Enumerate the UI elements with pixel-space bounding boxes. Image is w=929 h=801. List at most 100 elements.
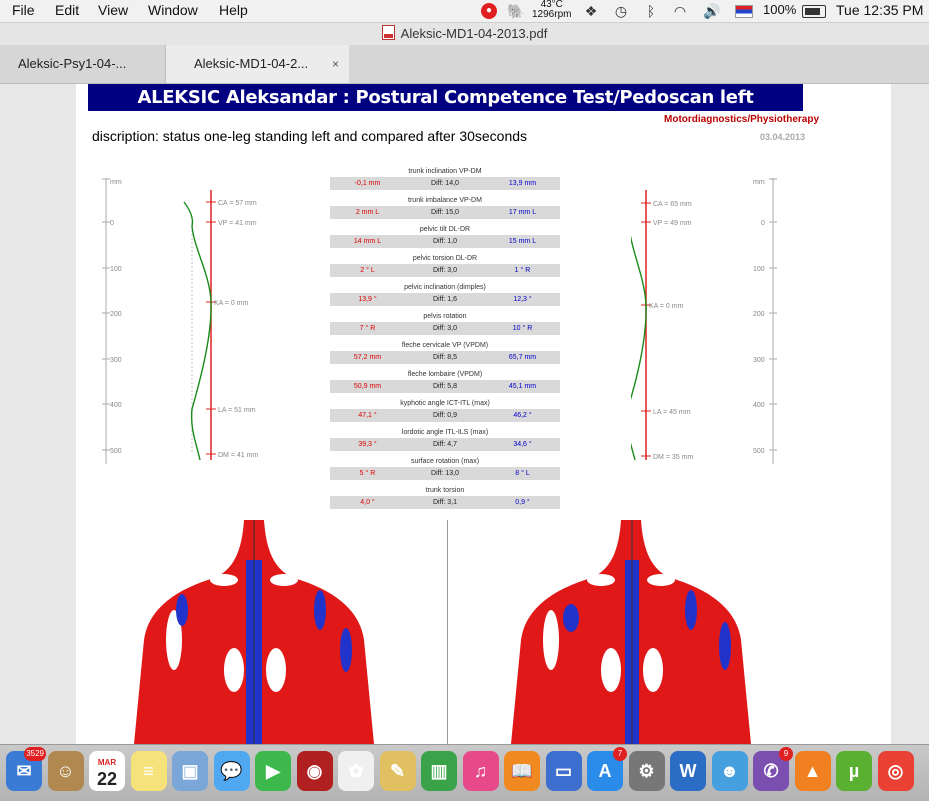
evernote-icon[interactable]: 🐘 xyxy=(507,3,524,19)
numbers-glyph: ▥ xyxy=(421,751,457,791)
dock-ibooks-icon[interactable]: 📖 xyxy=(504,751,540,791)
metric-row: 39,3 ° Diff: 4,7 34,6 ° xyxy=(330,438,560,451)
textedit-glyph: ✎ xyxy=(379,751,416,791)
metric-diff-value: Diff: 15,0 xyxy=(431,209,459,216)
dock-messenger-icon[interactable]: ☻ xyxy=(711,751,748,791)
tab-psy1[interactable]: Aleksic-Psy1-04-... xyxy=(0,45,166,83)
left-tick-200: 200 xyxy=(110,311,122,318)
tab-md1[interactable]: Aleksic-MD1-04-2... × xyxy=(166,45,349,83)
dock-photos-icon[interactable]: ✿ xyxy=(338,751,374,791)
temperature-readout[interactable]: 43°C 1296rpm xyxy=(532,0,571,20)
menu-file[interactable]: File xyxy=(12,2,35,18)
dock-system-preferences-icon[interactable]: ⚙ xyxy=(628,751,665,791)
metric-diff-value: Diff: 8,5 xyxy=(433,354,457,361)
right-label-la: LA = 45 mm xyxy=(653,409,691,416)
metric-diff-value: Diff: 0,9 xyxy=(433,412,457,419)
metric-title: kyphotic angle ICT-ITL (max) xyxy=(400,400,490,407)
left-tick-300: 300 xyxy=(110,357,122,364)
dock-itunes-icon[interactable]: ♫ xyxy=(462,751,499,791)
metric-right-value: 10 ° R xyxy=(512,325,533,332)
dock-notes-icon[interactable]: ≡ xyxy=(130,751,167,791)
ibooks-glyph: 📖 xyxy=(504,751,540,791)
dock-messages-icon[interactable]: 💬 xyxy=(213,751,250,791)
metric-right-value: 8 ° L xyxy=(515,470,530,477)
right-label-vp: VP = 49 mm xyxy=(653,220,692,227)
metric-row: 2 ° L Diff: 3,0 1 ° R xyxy=(330,264,560,277)
itunes-glyph: ♫ xyxy=(462,751,499,791)
dock-mail-icon[interactable]: ✉ 3529 xyxy=(6,747,46,791)
metric-row: 5 ° R Diff: 13,0 8 ° L xyxy=(330,467,560,480)
dock-textedit-icon[interactable]: ✎ xyxy=(379,751,416,791)
wifi-icon[interactable]: ◠ xyxy=(672,3,688,19)
chrome-glyph: ◎ xyxy=(877,751,914,791)
metric-diff-value: Diff: 3,0 xyxy=(433,267,457,274)
menu-edit[interactable]: Edit xyxy=(55,2,79,18)
right-label-ka: KA = 0 mm xyxy=(649,303,684,310)
metric-title: pelvic inclination (dimples) xyxy=(404,284,486,291)
window-title: Aleksic-MD1-04-2013.pdf xyxy=(400,26,548,41)
bluetooth-icon[interactable]: ᛒ xyxy=(643,3,659,19)
menu-view[interactable]: View xyxy=(98,2,128,18)
fan-rpm-value: 1296rpm xyxy=(532,9,572,20)
right-spine-curve xyxy=(631,235,647,461)
dock-word-icon[interactable]: W xyxy=(670,751,706,791)
metric-right-value: 17 mm L xyxy=(508,209,537,216)
left-spine-profile: mm 0 100 200 300 400 500 CA = 57 mm VP =… xyxy=(102,178,258,464)
metric-diff-value: Diff: 1,6 xyxy=(433,296,457,303)
metric-left-value: 4,0 ° xyxy=(360,499,375,506)
dock-photo-booth-icon[interactable]: ◉ xyxy=(296,751,333,791)
metric-row: 13,9 ° Diff: 1,6 12,3 ° xyxy=(330,293,560,306)
dock-calendar-icon[interactable]: MAR 22 xyxy=(89,751,125,791)
dock-contacts-icon[interactable]: ☺ xyxy=(47,751,84,791)
menu-help[interactable]: Help xyxy=(219,2,248,18)
dock-app-store-icon[interactable]: A7 xyxy=(587,747,627,791)
messenger-glyph: ☻ xyxy=(711,751,748,791)
dock-facetime-icon[interactable]: ▶ xyxy=(255,751,291,791)
metric-row: 47,1 ° Diff: 0,9 46,2 ° xyxy=(330,409,560,422)
metric-right-value: 46,2 ° xyxy=(513,412,532,419)
dropbox-icon[interactable]: ❖ xyxy=(583,3,599,19)
utorrent-glyph: µ xyxy=(836,751,872,791)
metric-row: 2 mm L Diff: 15,0 17 mm L xyxy=(330,206,560,219)
battery-percent[interactable]: 100% xyxy=(763,2,796,17)
mail-badge: 3529 xyxy=(24,747,46,761)
metric-left-value: -0,1 mm xyxy=(354,180,381,187)
app-store-badge: 7 xyxy=(613,747,627,761)
calendar-glyph: MAR 22 xyxy=(89,751,125,791)
dock-viber-icon[interactable]: ✆ 9 xyxy=(753,747,793,791)
volume-icon[interactable]: 🔊 xyxy=(703,3,720,19)
dock-preview-icon[interactable]: ▣ xyxy=(172,751,208,791)
menu-bar: File Edit View Window Help ● 🐘 43°C 1296… xyxy=(0,0,929,23)
left-label-ca: CA = 57 mm xyxy=(218,200,257,207)
status-app-icon[interactable]: ● xyxy=(481,3,497,19)
clock[interactable]: Tue 12:35 PM xyxy=(836,2,923,18)
close-tab-icon[interactable]: × xyxy=(332,45,339,83)
input-source-flag-icon[interactable] xyxy=(735,5,753,18)
metric-left-value: 39,3 ° xyxy=(358,441,377,448)
metric-left-value: 7 ° R xyxy=(359,325,376,332)
dock: ✉ 3529 ☺ MAR 22 ≡ ▣ 💬 ▶ ◉ ✿ ✎ ▥ ♫ 📖 ▭ A 7 ⚙ W ☻ ✆ 9 ▲ µ ◎ xyxy=(0,744,929,801)
tab-bar: Aleksic-Psy1-04-... Aleksic-MD1-04-2... × xyxy=(0,45,929,84)
metric-title: pelvic torsion DL-DR xyxy=(412,255,478,262)
menu-window[interactable]: Window xyxy=(148,2,198,18)
right-tick-200: 200 xyxy=(753,311,765,318)
battery-icon[interactable] xyxy=(802,5,826,18)
dock-keynote-icon[interactable]: ▭ xyxy=(545,751,582,791)
right-tick-300: 300 xyxy=(753,357,765,364)
left-label-la: LA = 51 mm xyxy=(218,407,256,414)
calendar-day: 22 xyxy=(96,769,118,789)
left-back-heatmap xyxy=(134,520,374,744)
metric-row: 4,0 ° Diff: 3,1 0,9 ° xyxy=(330,496,560,509)
dock-utorrent-icon[interactable]: µ xyxy=(836,751,872,791)
word-glyph: W xyxy=(670,751,706,791)
dock-chrome-icon[interactable]: ◎ xyxy=(877,751,914,791)
metric-left-value: 50,9 mm xyxy=(353,383,382,390)
notes-glyph: ≡ xyxy=(130,751,167,791)
time-machine-icon[interactable]: ◷ xyxy=(613,3,629,19)
dock-numbers-icon[interactable]: ▥ xyxy=(421,751,457,791)
metric-diff-value: Diff: 4,7 xyxy=(433,441,457,448)
metric-left-value: 57,2 mm xyxy=(353,354,382,361)
dock-vlc-icon[interactable]: ▲ xyxy=(794,751,831,791)
metric-row: 7 ° R Diff: 3,0 10 ° R xyxy=(330,322,560,335)
metric-right-value: 13,9 mm xyxy=(508,180,537,187)
